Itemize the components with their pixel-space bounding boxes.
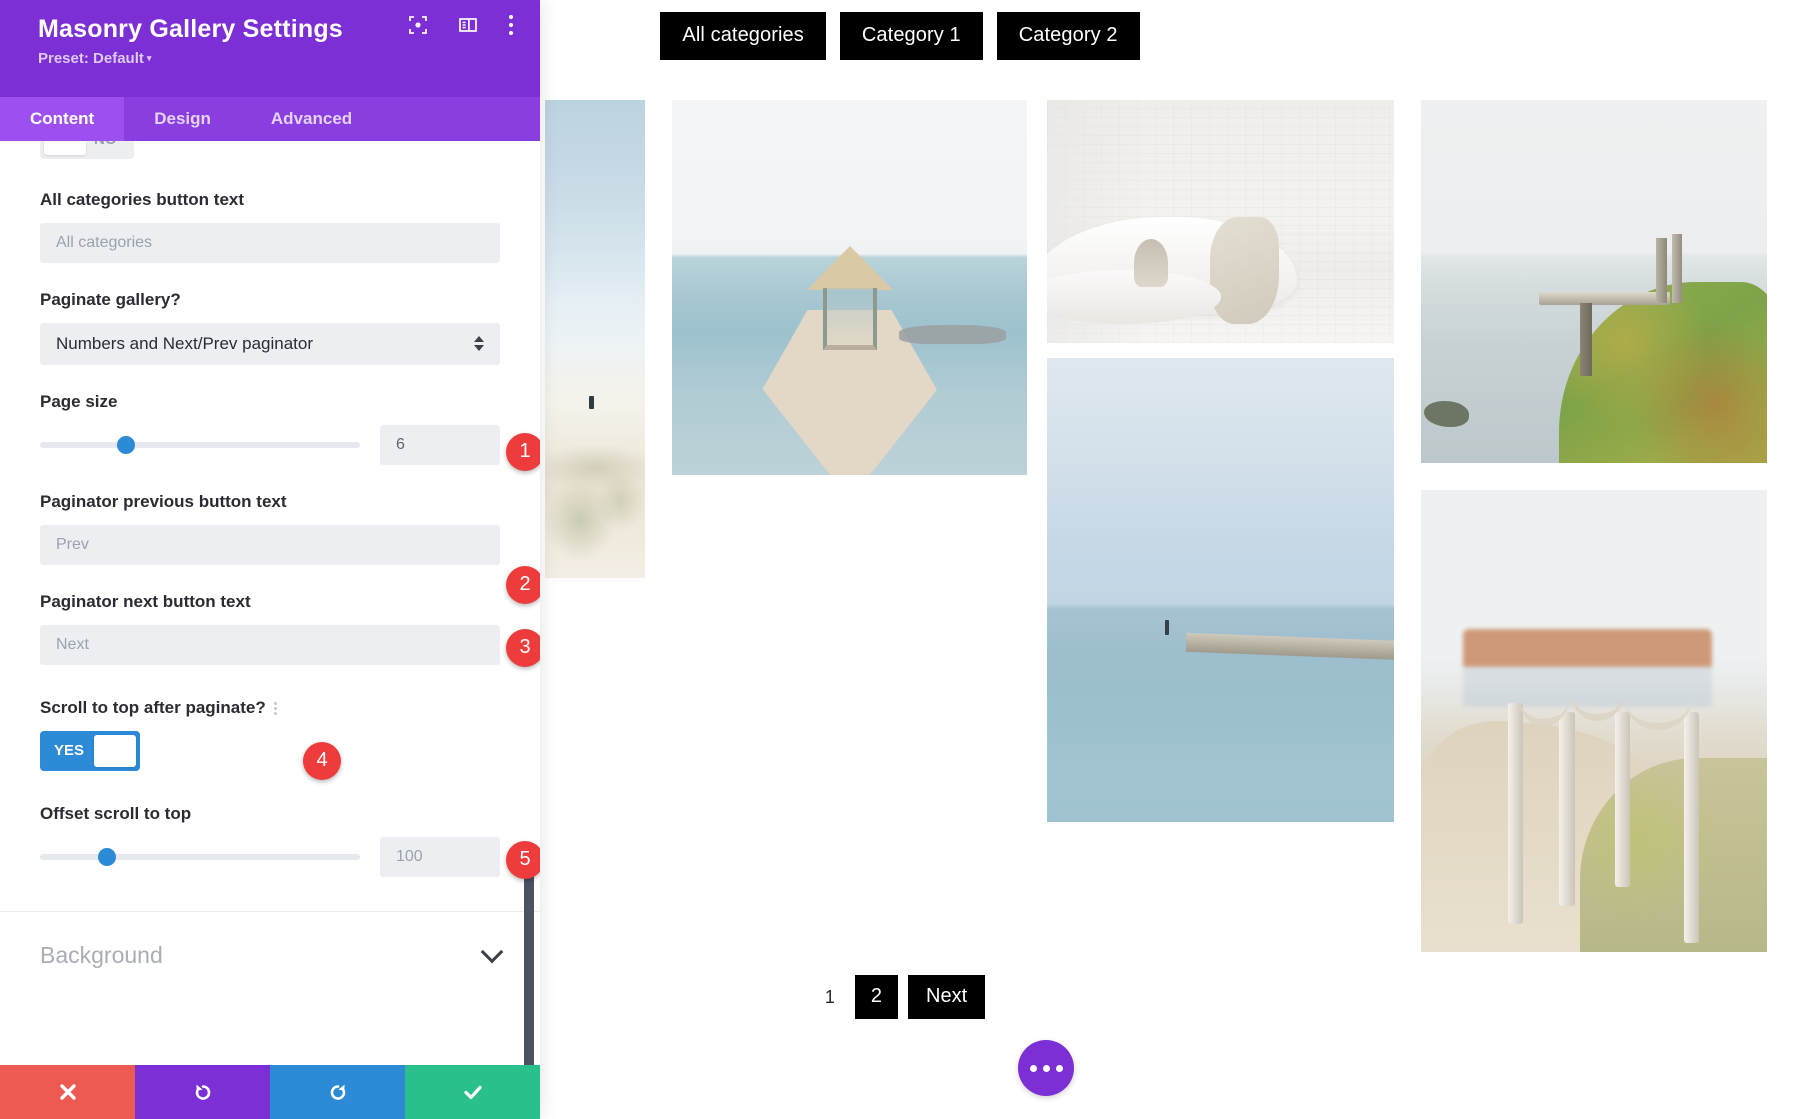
- field-paginator-previous-button-text: Paginator previous button text 2: [40, 491, 540, 604]
- input-offset-scroll-to-top[interactable]: [380, 836, 500, 877]
- check-icon: [463, 1085, 482, 1100]
- chevron-down-icon: [480, 940, 504, 963]
- photo-pier-gazebo: [672, 100, 1027, 475]
- page-number-1[interactable]: 1: [815, 988, 845, 1006]
- panel-header: Masonry Gallery Settings Preset: Default…: [0, 0, 540, 97]
- page-number-2[interactable]: 2: [854, 975, 898, 1019]
- settings-fields: NO All categories button text Paginate g…: [0, 141, 540, 879]
- panel-body: NO All categories button text Paginate g…: [0, 141, 540, 1065]
- slider-offset-scroll-to-top[interactable]: [40, 847, 360, 866]
- responsive-options-icon[interactable]: [273, 701, 277, 715]
- toggle-scroll-to-top[interactable]: YES: [40, 730, 141, 771]
- label-all-categories-button-text: All categories button text: [40, 190, 245, 209]
- input-all-categories-button-text[interactable]: [40, 222, 500, 263]
- previous-toggle-switch[interactable]: NO: [40, 141, 134, 159]
- chevron-updown-icon: [474, 336, 484, 352]
- category-filter-1[interactable]: Category 1: [839, 12, 983, 60]
- app-root: All categories Category 1 Category 2 1 2…: [0, 0, 1800, 1119]
- photo-cliff-bench: [1421, 100, 1767, 463]
- toggle-knob: [44, 141, 86, 155]
- callout-badge-1: 1: [506, 432, 540, 471]
- field-scroll-to-top-after-paginate: Scroll to top after paginate? YES 4: [40, 697, 500, 780]
- kebab-menu-icon[interactable]: [508, 14, 514, 41]
- slider-thumb[interactable]: [117, 435, 136, 454]
- field-all-categories-button-text: All categories button text: [40, 189, 500, 263]
- undo-button[interactable]: [135, 1065, 270, 1119]
- label-paginator-previous-button-text: Paginator previous button text: [40, 491, 287, 511]
- callout-badge-2: 2: [506, 565, 540, 604]
- label-paginator-next-button-text: Paginator next button text: [40, 591, 251, 611]
- panel-scrollbar[interactable]: [524, 869, 534, 1065]
- redo-button[interactable]: [270, 1065, 405, 1119]
- label-page-size: Page size: [40, 391, 118, 411]
- panel-footer: [0, 1065, 540, 1119]
- callout-badge-3: 3: [506, 628, 540, 667]
- redo-icon: [330, 1084, 345, 1100]
- input-paginator-next-button-text[interactable]: [40, 624, 500, 665]
- label-text: Scroll to top after paginate?: [40, 697, 266, 717]
- callout-badge-5: 5: [506, 840, 540, 879]
- input-paginator-previous-button-text[interactable]: [40, 524, 500, 565]
- toggle-label: NO: [90, 141, 129, 148]
- slider-thumb[interactable]: [98, 847, 117, 866]
- accordion-background[interactable]: Background: [0, 912, 540, 999]
- accordion-background-label: Background: [40, 941, 163, 968]
- more-options-icon[interactable]: [1018, 1040, 1074, 1096]
- gallery-image-interior[interactable]: [1047, 100, 1394, 343]
- photo-beach: [545, 100, 645, 578]
- gallery-image-cliff-bench[interactable]: [1421, 100, 1767, 463]
- preset-label: Preset: Default: [38, 50, 144, 67]
- category-filter-2[interactable]: Category 2: [996, 12, 1140, 60]
- undo-icon: [195, 1084, 210, 1100]
- layout-columns-icon[interactable]: [458, 15, 478, 40]
- field-page-size: Page size 1: [40, 391, 540, 471]
- field-offset-scroll-to-top: Offset scroll to top 5: [40, 803, 540, 879]
- cancel-button[interactable]: [0, 1065, 135, 1119]
- input-page-size[interactable]: [380, 424, 500, 465]
- previous-toggle-field: NO: [40, 141, 500, 163]
- tab-advanced[interactable]: Advanced: [241, 97, 382, 141]
- panel-tabs: Content Design Advanced: [0, 97, 540, 141]
- gallery-image-beach[interactable]: [545, 100, 645, 578]
- label-paginate-gallery: Paginate gallery?: [40, 289, 181, 309]
- pagination-next-button[interactable]: Next: [908, 975, 986, 1019]
- save-button[interactable]: [405, 1065, 540, 1119]
- tab-design[interactable]: Design: [124, 97, 241, 141]
- callout-badge-4: 4: [303, 741, 341, 780]
- preset-selector[interactable]: Preset: Default ▾: [38, 50, 518, 67]
- gallery-image-rope-fence[interactable]: [1421, 490, 1767, 952]
- select-paginate-gallery-value: Numbers and Next/Prev paginator: [56, 333, 314, 353]
- label-scroll-to-top-after-paginate: Scroll to top after paginate?: [40, 697, 500, 720]
- focus-frame-icon[interactable]: [408, 15, 428, 40]
- gallery-image-jetty[interactable]: [1047, 358, 1394, 822]
- toggle-knob: [94, 734, 137, 767]
- chevron-down-icon: ▾: [146, 53, 152, 63]
- photo-rope-fence: [1421, 490, 1767, 952]
- gallery-image-pier-gazebo[interactable]: [672, 100, 1027, 475]
- photo-jetty: [1047, 358, 1394, 822]
- photo-interior: [1047, 100, 1394, 343]
- field-paginate-gallery: Paginate gallery? Numbers and Next/Prev …: [40, 289, 500, 365]
- select-paginate-gallery[interactable]: Numbers and Next/Prev paginator: [40, 322, 500, 365]
- field-paginator-next-button-text: Paginator next button text 3: [40, 591, 540, 667]
- label-offset-scroll-to-top: Offset scroll to top: [40, 803, 192, 823]
- panel-header-actions: [408, 14, 514, 41]
- close-icon: [59, 1084, 76, 1100]
- toggle-label: YES: [54, 742, 85, 760]
- settings-panel: Masonry Gallery Settings Preset: Default…: [0, 0, 540, 1119]
- tab-content[interactable]: Content: [0, 97, 125, 141]
- slider-page-size[interactable]: [40, 435, 360, 454]
- category-filter-all[interactable]: All categories: [660, 12, 826, 60]
